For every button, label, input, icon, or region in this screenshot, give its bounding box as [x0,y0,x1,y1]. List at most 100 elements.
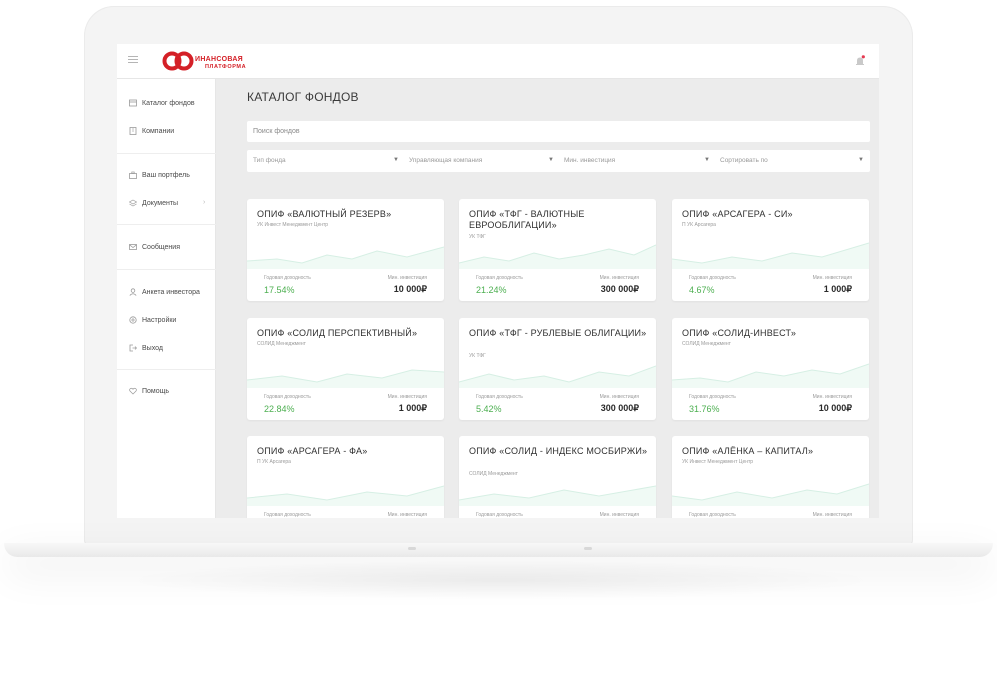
sparkline [459,365,656,388]
yield-label: Годовая доходность [689,512,736,518]
sidebar-item-label: Настройки [142,316,177,324]
chevron-right-icon: › [203,199,206,206]
sidebar-item-label: Компании [142,127,175,135]
sidebar-item-settings[interactable]: Настройки [129,316,176,324]
search-input[interactable]: Поиск фондов [247,121,870,142]
sidebar-divider [117,224,216,225]
min-investment-value: 300 000₽ [600,284,639,294]
laptop-shadow [120,560,880,600]
fund-company: П УК Арсагера [682,222,716,228]
sidebar-item-label: Помощь [142,387,170,395]
sparkline [672,483,869,506]
sidebar-item-documents[interactable]: Документы [129,199,178,207]
min-investment-label: Мин. инвестиция [599,394,639,400]
sidebar-divider [117,369,216,370]
envelope-icon [129,243,137,251]
fund-card[interactable]: ОПИФ «СОЛИД ПЕРСПЕКТИВНЫЙ» СОЛИД Менеджм… [247,318,444,420]
min-investment-value: 10 000₽ [393,284,427,294]
min-investment-label: Мин. инвестиция [387,512,427,518]
min-investment-label: Мин. инвестиция [387,275,427,281]
sidebar-item-catalog[interactable]: Каталог фондов [129,99,195,107]
filter-management-company[interactable]: Управляющая компания [409,157,482,164]
yield-value: 5.42% [476,404,502,414]
page-title: КАТАЛОГ ФОНДОВ [247,90,359,104]
min-investment-label: Мин. инвестиция [812,275,852,281]
min-investment-label: Мин. инвестиция [387,394,427,400]
sidebar: Каталог фондов Компании Ваш портфель Док… [117,79,216,518]
fund-company: СОЛИД Менеджмент [257,341,306,347]
yield-label: Годовая доходность [476,512,523,518]
user-icon [129,288,137,296]
sidebar-item-logout[interactable]: Выход [129,344,163,352]
sparkline [459,244,656,269]
logout-icon [129,344,137,352]
logo-text-line2: ПЛАТФОРМА [205,64,247,70]
dropdown-arrow-icon[interactable]: ▼ [704,157,710,163]
sidebar-item-messages[interactable]: Сообщения [129,243,180,251]
menu-icon[interactable] [128,56,138,64]
sidebar-item-portfolio[interactable]: Ваш портфель [129,171,190,179]
fund-card[interactable]: ОПИФ «СОЛИД - ИНДЕКС МОСБИРЖИ» СОЛИД Мен… [459,436,656,518]
sidebar-item-investor-profile[interactable]: Анкета инвестора [129,288,200,296]
filter-min-investment[interactable]: Мин. инвестиция [564,157,615,164]
fund-card[interactable]: ОПИФ «АРСАГЕРА - СИ» П УК Арсагера Годов… [672,199,869,301]
briefcase-icon [129,171,137,179]
fund-card[interactable]: ОПИФ «ТФГ - РУБЛЕВЫЕ ОБЛИГАЦИИ» УК ТФГ Г… [459,318,656,420]
bell-icon[interactable] [855,55,865,67]
min-investment-label: Мин. инвестиция [599,275,639,281]
fund-card[interactable]: ОПИФ «ВАЛЮТНЫЙ РЕЗЕРВ» УК Инвест Менеджм… [247,199,444,301]
min-investment-value: 300 000₽ [600,403,639,413]
gear-icon [129,316,137,324]
fund-title: ОПИФ «АРСАГЕРА - СИ» [682,209,793,219]
sidebar-item-label: Сообщения [142,243,180,251]
sparkline [247,369,444,388]
filter-fund-type[interactable]: Тип фонда [253,157,286,164]
fund-card[interactable]: ОПИФ «АЛЁНКА – КАПИТАЛ» УК Инвест Менедж… [672,436,869,518]
min-investment-label: Мин. инвестиция [812,512,852,518]
sparkline [247,246,444,269]
dropdown-arrow-icon[interactable]: ▼ [858,157,864,163]
fund-title: ОПИФ «СОЛИД-ИНВЕСТ» [682,328,797,338]
fund-title: ОПИФ «ВАЛЮТНЫЙ РЕЗЕРВ» [257,209,392,219]
yield-label: Годовая доходность [476,275,523,281]
sidebar-item-companies[interactable]: Компании [129,127,174,135]
sidebar-item-label: Документы [142,199,179,207]
fund-title: ОПИФ «АРСАГЕРА - ФА» [257,446,368,456]
yield-label: Годовая доходность [476,394,523,400]
laptop-base [4,543,993,557]
min-investment-value: 10 000₽ [818,403,852,413]
sidebar-item-label: Выход [142,344,163,352]
dropdown-arrow-icon[interactable]: ▼ [393,157,399,163]
yield-label: Годовая доходность [264,394,311,400]
fund-card[interactable]: ОПИФ «ТФГ - ВАЛЮТНЫЕ ЕВРООБЛИГАЦИИ» УК Т… [459,199,656,301]
heart-icon [129,387,137,395]
min-investment-value: 1 000₽ [823,284,852,294]
yield-label: Годовая доходность [264,275,311,281]
sidebar-item-help[interactable]: Помощь [129,387,169,395]
sparkline [459,485,656,506]
fund-title: ОПИФ «СОЛИД ПЕРСПЕКТИВНЫЙ» [257,328,418,338]
fund-company: УК Инвест Менеджмент Центр [257,222,329,228]
filter-bar: Тип фонда ▼ Управляющая компания ▼ Мин. … [247,150,870,172]
fund-title: ОПИФ «ТФГ - РУБЛЕВЫЕ ОБЛИГАЦИИ» [469,328,647,338]
sidebar-item-label: Каталог фондов [142,99,195,107]
fund-title: ОПИФ «СОЛИД - ИНДЕКС МОСБИРЖИ» [469,446,648,456]
sparkline [247,485,444,506]
fund-card[interactable]: ОПИФ «СОЛИД-ИНВЕСТ» СОЛИД Менеджмент Год… [672,318,869,420]
fund-company: СОЛИД Менеджмент [682,341,731,347]
sidebar-divider [117,269,216,270]
yield-value: 31.76% [689,404,720,414]
yield-label: Годовая доходность [689,275,736,281]
fund-title: ОПИФ «ТФГ - ВАЛЮТНЫЕ ЕВРООБЛИГАЦИИ» [469,209,585,230]
logo[interactable]: ИНАНСОВАЯ ПЛАТФОРМА [162,50,252,74]
topbar: ИНАНСОВАЯ ПЛАТФОРМА [117,44,879,79]
fund-card[interactable]: ОПИФ «АРСАГЕРА - ФА» П УК Арсагера Годов… [247,436,444,518]
min-investment-value: 1 000₽ [398,403,427,413]
logo-text-line1: ИНАНСОВАЯ [195,56,244,63]
building-icon [129,127,137,135]
base-notch-left [408,547,416,550]
dropdown-arrow-icon[interactable]: ▼ [548,157,554,163]
fund-title: ОПИФ «АЛЁНКА – КАПИТАЛ» [682,446,814,456]
filter-sort-by[interactable]: Сортировать по [720,157,768,164]
sparkline [672,363,869,388]
